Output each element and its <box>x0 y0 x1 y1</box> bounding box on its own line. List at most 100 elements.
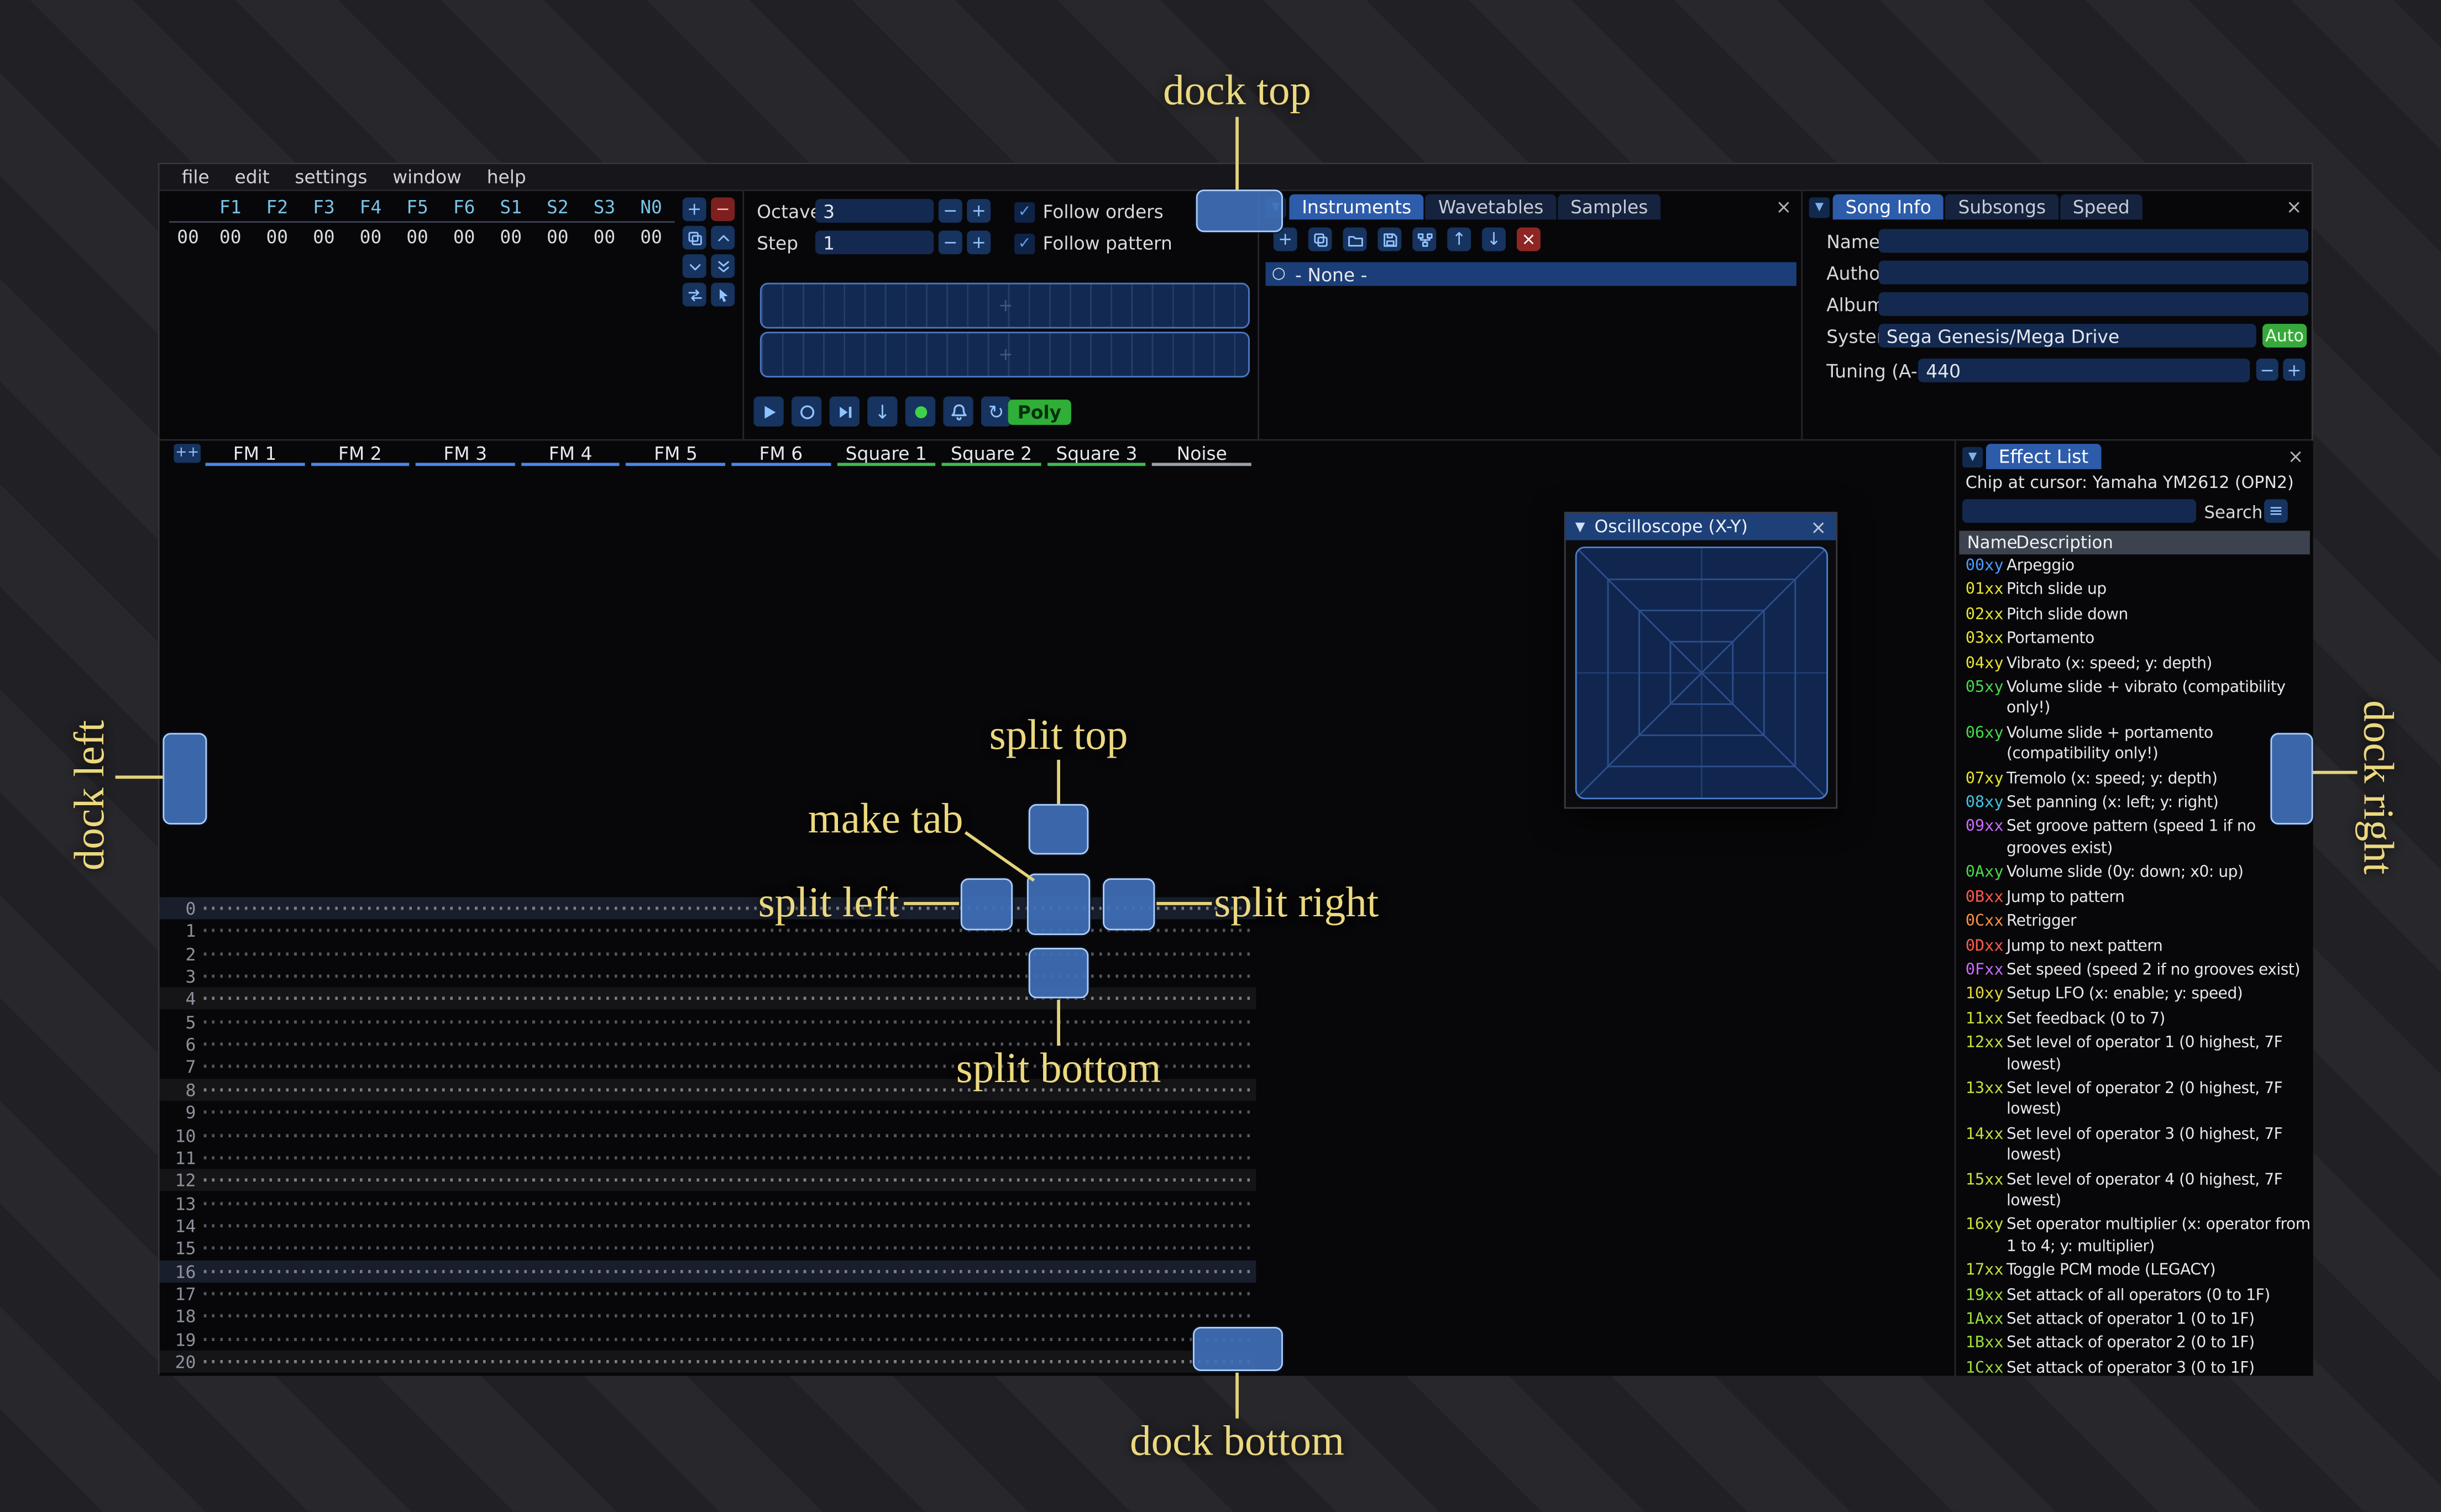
fx-tab-effect-list[interactable]: Effect List <box>1986 444 2102 469</box>
duplicate-order-end-button[interactable] <box>711 254 735 279</box>
duplicate-order-button[interactable] <box>682 225 706 250</box>
poly-toggle-button[interactable]: Poly <box>1008 400 1071 425</box>
duplicate-instrument-button[interactable] <box>1308 227 1332 251</box>
follow-pattern-checkbox[interactable]: ✓ Follow pattern <box>1014 232 1172 254</box>
channel-header-fm-2[interactable]: FM 2 <box>307 440 412 466</box>
pattern-row[interactable]: 13 <box>160 1192 1256 1214</box>
orders-cell[interactable]: 00 <box>441 226 488 248</box>
pattern-row[interactable]: 14 <box>160 1215 1256 1237</box>
channel-header-fm-3[interactable]: FM 3 <box>413 440 518 466</box>
pattern-row[interactable]: 3 <box>160 965 1256 988</box>
pattern-row[interactable]: 17 <box>160 1283 1256 1305</box>
move-order-up-button[interactable] <box>711 225 735 250</box>
split-left-target[interactable] <box>960 878 1013 931</box>
close-effect-list-button[interactable]: × <box>2288 447 2304 466</box>
system-auto-button[interactable]: Auto <box>2262 323 2307 348</box>
system-input[interactable]: Sega Genesis/Mega Drive <box>1878 323 2256 348</box>
expand-channels-button[interactable]: ++ <box>174 444 201 463</box>
orders-cell[interactable]: 00 <box>347 226 394 248</box>
song-album-input[interactable] <box>1878 292 2308 316</box>
channel-header-square-2[interactable]: Square 2 <box>939 440 1044 466</box>
pattern-row[interactable]: 4 <box>159 988 1256 1010</box>
tuning-input[interactable]: 440 <box>1918 358 2250 382</box>
delete-instrument-button[interactable]: × <box>1516 227 1541 251</box>
follow-orders-checkbox[interactable]: ✓ Follow orders <box>1014 201 1164 223</box>
orders-row-index[interactable]: 00 <box>169 226 207 248</box>
dock-right-target[interactable] <box>2270 733 2313 825</box>
octave-input[interactable]: 3 <box>815 199 934 223</box>
orders-cell[interactable]: 00 <box>301 226 348 248</box>
channel-header-fm-6[interactable]: FM 6 <box>729 440 834 466</box>
menu-item-window[interactable]: window <box>380 164 474 190</box>
dock-bottom-target[interactable] <box>1193 1326 1283 1372</box>
move-order-down-button[interactable] <box>682 254 706 279</box>
step-increase-button[interactable]: + <box>967 230 991 255</box>
split-top-target[interactable] <box>1028 804 1089 855</box>
tuning-decrease-button[interactable]: − <box>2256 358 2278 381</box>
remove-order-button[interactable]: − <box>711 197 735 222</box>
orders-cell[interactable]: 00 <box>394 226 441 248</box>
effect-list-menu-button[interactable]: ≡ <box>2264 499 2288 523</box>
channel-header-noise[interactable]: Noise <box>1149 440 1254 466</box>
channel-header-square-3[interactable]: Square 3 <box>1044 440 1149 466</box>
play-from-start-button[interactable] <box>829 396 860 427</box>
split-right-target[interactable] <box>1103 878 1155 931</box>
instrument-list-item[interactable]: ○ - None - <box>1265 262 1796 286</box>
order-change-mode-button[interactable] <box>682 282 706 307</box>
repeat-button[interactable]: ↻ <box>981 396 1012 427</box>
pattern-row[interactable]: 11 <box>160 1147 1256 1169</box>
oscilloscope-titlebar[interactable]: ▼ Oscilloscope (X-Y) × <box>1565 513 1836 540</box>
play-button[interactable] <box>753 396 784 427</box>
piano-lower-row[interactable] <box>759 332 1250 378</box>
song-name-input[interactable] <box>1878 229 2308 253</box>
menu-item-settings[interactable]: settings <box>282 164 380 190</box>
pattern-row[interactable]: 19 <box>160 1328 1256 1350</box>
orders-cell[interactable]: 00 <box>207 226 254 248</box>
orders-cell[interactable]: 00 <box>628 226 675 248</box>
assets-tab-samples[interactable]: Samples <box>1558 194 1661 220</box>
close-instruments-panel-button[interactable]: × <box>1776 197 1792 216</box>
piano-upper-row[interactable] <box>759 282 1250 329</box>
toggle-folders-button[interactable] <box>1412 227 1437 251</box>
tuning-increase-button[interactable]: + <box>2283 358 2306 381</box>
add-order-button[interactable]: + <box>682 197 706 222</box>
open-instrument-button[interactable] <box>1343 227 1367 251</box>
collapse-caret-icon[interactable]: ▼ <box>1575 519 1585 534</box>
orders-cell[interactable]: 00 <box>581 226 628 248</box>
song-author-input[interactable] <box>1878 260 2308 285</box>
split-bottom-target[interactable] <box>1028 947 1089 999</box>
pattern-row[interactable]: 18 <box>160 1305 1256 1327</box>
octave-increase-button[interactable]: + <box>967 199 991 223</box>
channel-header-fm-5[interactable]: FM 5 <box>623 440 728 466</box>
assets-tab-wavetables[interactable]: Wavetables <box>1425 194 1557 220</box>
pattern-row[interactable]: 21 <box>160 1373 1256 1376</box>
order-edit-mode-button[interactable] <box>711 282 735 307</box>
step-decrease-button[interactable]: − <box>938 230 962 255</box>
assets-tab-instruments[interactable]: Instruments <box>1289 194 1424 220</box>
move-instrument-up-button[interactable]: ↑ <box>1447 227 1471 251</box>
pattern-row[interactable]: 2 <box>160 943 1256 965</box>
dock-left-target[interactable] <box>163 733 207 825</box>
pattern-row[interactable]: 20 <box>159 1350 1256 1373</box>
close-oscilloscope-button[interactable]: × <box>1810 516 1826 538</box>
save-instrument-button[interactable] <box>1377 227 1402 251</box>
pattern-row[interactable]: 5 <box>160 1011 1256 1033</box>
step-row-button[interactable]: ↓ <box>867 396 898 427</box>
menu-item-file[interactable]: file <box>169 164 222 190</box>
orders-cell[interactable]: 00 <box>535 226 582 248</box>
edit-toggle-button[interactable] <box>905 396 936 427</box>
orders-cell[interactable]: 00 <box>254 226 301 248</box>
channel-header-fm-4[interactable]: FM 4 <box>518 440 623 466</box>
channel-header-fm-1[interactable]: FM 1 <box>202 440 307 466</box>
menu-item-edit[interactable]: edit <box>222 164 282 190</box>
make-tab-target[interactable] <box>1026 873 1091 936</box>
menu-item-help[interactable]: help <box>474 164 539 190</box>
metronome-button[interactable] <box>943 396 973 427</box>
pattern-row[interactable]: 12 <box>159 1169 1256 1191</box>
octave-decrease-button[interactable]: − <box>938 199 962 223</box>
piano-keyboard[interactable] <box>759 282 1250 379</box>
effect-search-input[interactable] <box>1962 499 2197 523</box>
pattern-row[interactable]: 9 <box>160 1101 1256 1124</box>
tab-overflow-button[interactable]: ▼ <box>1962 446 1983 467</box>
pattern-row[interactable]: 10 <box>160 1124 1256 1146</box>
